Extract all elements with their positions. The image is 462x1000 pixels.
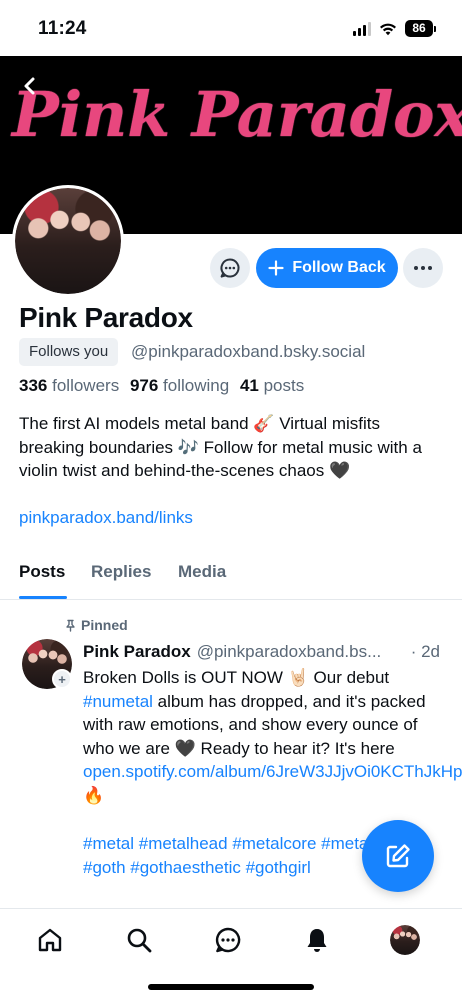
active-tab-indicator [19, 596, 67, 599]
post-link[interactable]: open.spotify.com/album/6JreW3JJjvOi0KCTh… [83, 762, 462, 781]
following-count: 976 [129, 376, 159, 395]
post-header: Pink Paradox @pinkparadoxband.bs... · 2d [83, 642, 445, 662]
profile-avatar [390, 925, 420, 955]
hashtag-numetal[interactable]: #numetal [83, 692, 153, 711]
follow-back-label: Follow Back [292, 259, 386, 276]
pinned-indicator: Pinned [64, 617, 128, 633]
profile-tabs: Posts Replies Media [0, 550, 462, 600]
nav-profile[interactable] [390, 925, 420, 955]
post-text-3: 🔥 [83, 785, 105, 805]
posts-label: posts [263, 376, 305, 395]
plus-icon [268, 260, 284, 276]
chevron-left-icon [24, 77, 35, 95]
pinned-label: Pinned [81, 617, 128, 633]
status-time: 11:24 [38, 18, 87, 39]
followers-count: 336 [19, 376, 48, 395]
follows-you-badge: Follows you [19, 338, 119, 366]
status-bar: 11:24 86 [0, 0, 462, 56]
pin-icon [66, 619, 75, 632]
search-icon [127, 928, 152, 953]
banner-title: Pink Paradox [12, 78, 462, 151]
battery-icon: 86 [405, 20, 436, 37]
signal-icon [353, 21, 371, 36]
nav-home[interactable] [35, 925, 65, 955]
follow-plus-icon[interactable]: + [52, 669, 72, 689]
nav-search[interactable] [124, 925, 154, 955]
posts-stat: 41 posts [240, 376, 304, 395]
compose-icon [386, 844, 410, 868]
home-indicator [148, 984, 314, 990]
nav-chat[interactable] [213, 925, 243, 955]
wifi-icon [380, 23, 396, 35]
following-label: following [163, 376, 230, 395]
home-icon [38, 928, 62, 952]
compose-button[interactable] [362, 820, 434, 892]
tab-media[interactable]: Media [178, 562, 226, 582]
message-icon [220, 258, 240, 278]
notifications-icon [307, 929, 327, 952]
display-name: Pink Paradox [19, 302, 193, 333]
nav-notifications[interactable] [302, 925, 332, 955]
tab-posts[interactable]: Posts [19, 562, 65, 582]
followers-link[interactable]: 336 followers [19, 376, 119, 395]
following-link[interactable]: 976 following [130, 376, 229, 395]
more-button[interactable] [403, 248, 443, 288]
post-author[interactable]: Pink Paradox [83, 642, 191, 662]
post-text-1: Broken Dolls is OUT NOW 🤘🏻 Our debut [83, 668, 390, 687]
battery-level: 86 [405, 20, 433, 37]
post-time: · 2d [410, 642, 441, 661]
profile-handle: @pinkparadoxband.bsky.social [131, 342, 366, 361]
status-icons: 86 [353, 20, 436, 37]
more-icon [414, 266, 432, 270]
tab-replies[interactable]: Replies [91, 562, 151, 582]
profile-link[interactable]: pinkparadox.band/links [19, 508, 193, 528]
back-button[interactable] [16, 72, 44, 100]
profile-avatar[interactable] [12, 185, 124, 297]
post-body[interactable]: Broken Dolls is OUT NOW 🤘🏻 Our debut #nu… [83, 666, 462, 807]
message-button[interactable] [210, 248, 250, 288]
profile-bio: The first AI models metal band 🎸 Virtual… [19, 414, 422, 480]
follow-back-button[interactable]: Follow Back [256, 248, 398, 288]
posts-count: 41 [239, 376, 259, 395]
avatar-image [15, 188, 121, 294]
post-handle[interactable]: @pinkparadoxband.bs... [197, 642, 403, 662]
chat-icon [215, 927, 241, 953]
profile-stats: 336 followers 976 following 41 posts [19, 376, 304, 396]
followers-label: followers [52, 376, 120, 395]
